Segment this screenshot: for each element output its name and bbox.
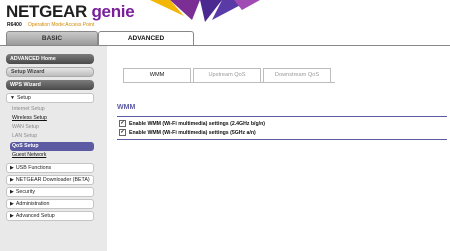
wmm-24ghz-option: ✓ Enable WMM (Wi-Fi multimedia) settings … (119, 120, 265, 127)
main-content: WMM Upstream QoS Downstream QoS WMM ✓ Ena… (107, 46, 450, 251)
sidebar-section-security[interactable]: ▶ Security (6, 187, 94, 197)
tab-wmm[interactable]: WMM (123, 68, 191, 82)
brand-name: NETGEAR (6, 2, 88, 21)
setup-wizard-button[interactable]: Setup Wizard (6, 67, 94, 77)
sidebar-item-wireless-setup[interactable]: Wireless Setup (12, 115, 47, 121)
product-name: genie (91, 2, 135, 21)
wps-wizard-button[interactable]: WPS Wizard (6, 80, 94, 90)
tab-downstream-qos[interactable]: Downstream QoS (263, 68, 331, 82)
sidebar-item-guest-network[interactable]: Guest Network (12, 152, 46, 158)
model-name: R6400 (7, 22, 22, 28)
tab-basic[interactable]: BASIC (6, 31, 98, 45)
sidebar-section-label: USB Functions (15, 165, 52, 171)
sidebar-section-label: Security (15, 189, 35, 195)
advanced-home-button[interactable]: ADVANCED Home (6, 54, 94, 64)
wmm-5ghz-label: Enable WMM (Wi-Fi multimedia) settings (… (129, 129, 256, 136)
section-divider (117, 116, 447, 117)
wmm-5ghz-checkbox[interactable]: ✓ (119, 129, 126, 136)
operation-mode: Operation Mode:Access Point (28, 22, 95, 28)
sidebar-section-administration[interactable]: ▶ Administration (6, 199, 94, 209)
main-tabs: BASIC ADVANCED (6, 31, 386, 45)
chevron-right-icon: ▶ (10, 213, 14, 219)
sidebar-item-wan-setup[interactable]: WAN Setup (12, 124, 39, 130)
chevron-down-icon: ▼ (10, 95, 15, 101)
sidebar-section-advanced-setup[interactable]: ▶ Advanced Setup (6, 211, 94, 221)
tab-upstream-qos[interactable]: Upstream QoS (193, 68, 261, 82)
chevron-right-icon: ▶ (10, 189, 14, 195)
chevron-right-icon: ▶ (10, 177, 14, 183)
wmm-5ghz-option: ✓ Enable WMM (Wi-Fi multimedia) settings … (119, 129, 256, 136)
chevron-right-icon: ▶ (10, 201, 14, 207)
sidebar-section-label: Advanced Setup (15, 213, 55, 219)
tab-advanced[interactable]: ADVANCED (98, 31, 194, 45)
sidebar-section-label: Administration (15, 201, 50, 207)
sidebar-item-lan-setup[interactable]: LAN Setup (12, 133, 37, 139)
sidebar-section-label: Setup (16, 95, 31, 101)
sidebar-item-internet-setup[interactable]: Internet Setup (12, 106, 45, 112)
sidebar-section-setup[interactable]: ▼ Setup (6, 93, 94, 103)
netgear-logo: NETGEAR genie (6, 2, 135, 22)
sidebar-section-netgear-downloader[interactable]: ▶ NETGEAR Downloader (BETA) (6, 175, 94, 185)
header-fan-graphic (150, 0, 260, 22)
sidebar-item-qos-setup[interactable]: QoS Setup (10, 142, 94, 151)
wmm-24ghz-checkbox[interactable]: ✓ (119, 120, 126, 127)
section-divider-bottom (117, 139, 447, 140)
wmm-24ghz-label: Enable WMM (Wi-Fi multimedia) settings (… (129, 120, 265, 127)
sidebar-section-label: NETGEAR Downloader (BETA) (15, 177, 90, 183)
sidebar-section-usb-functions[interactable]: ▶ USB Functions (6, 163, 94, 173)
qos-tabbar: WMM Upstream QoS Downstream QoS (123, 68, 335, 83)
sidebar: ADVANCED Home Setup Wizard WPS Wizard ▼ S… (0, 46, 107, 251)
section-title: WMM (117, 104, 136, 111)
chevron-right-icon: ▶ (10, 165, 14, 171)
